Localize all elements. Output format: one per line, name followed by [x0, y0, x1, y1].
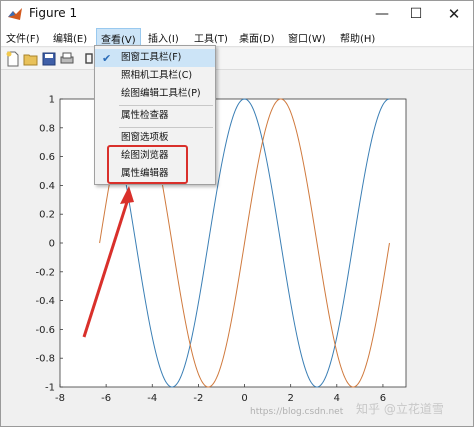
highlight-box: [107, 145, 188, 184]
menu-edit[interactable]: 编辑(E): [53, 30, 87, 45]
y-tick-label: 0.8: [39, 123, 55, 134]
watermark-author: 知乎 @立花道雪: [356, 402, 444, 416]
y-tick-label: 1: [49, 95, 55, 106]
y-tick-label: -0.6: [35, 325, 55, 336]
menu-insert[interactable]: 插入(I): [148, 30, 179, 45]
new-file-icon[interactable]: [5, 51, 21, 67]
window-title: Figure 1: [29, 6, 78, 20]
menu-window[interactable]: 窗口(W): [288, 30, 326, 45]
menu-help[interactable]: 帮助(H): [340, 30, 375, 45]
x-tick-label: 4: [334, 393, 340, 404]
close-button[interactable]: ✕: [437, 1, 471, 27]
y-tick-label: 0.6: [39, 152, 55, 163]
x-tick-label: 2: [287, 393, 293, 404]
menu-tools[interactable]: 工具(T): [194, 30, 228, 45]
y-tick-label: 0: [49, 239, 55, 250]
menu-file[interactable]: 文件(F): [6, 30, 40, 45]
menu-item-label: 图窗工具栏(F): [121, 52, 182, 63]
print-icon[interactable]: [59, 51, 75, 67]
menu-bar: 文件(F) 编辑(E) 查看(V) 插入(I) 工具(T) 桌面(D) 窗口(W…: [1, 27, 473, 47]
menu-desktop[interactable]: 桌面(D): [239, 30, 275, 45]
y-tick-label: -0.2: [35, 267, 55, 278]
menu-separator: [119, 105, 213, 106]
title-bar: Figure 1 — ☐ ✕: [1, 1, 473, 27]
checkmark-icon: ✔: [102, 52, 112, 65]
x-tick-label: -2: [193, 393, 203, 404]
menu-item-plot-edit-toolbar[interactable]: 绘图编辑工具栏(P): [95, 85, 215, 103]
y-tick-label: -0.8: [35, 354, 55, 365]
y-tick-label: -0.4: [35, 296, 55, 307]
menu-item-label: 图窗选项板: [121, 132, 169, 143]
menu-item-figure-toolbar[interactable]: ✔ 图窗工具栏(F): [95, 49, 215, 67]
matlab-app-icon: [8, 8, 22, 20]
menu-item-label: 属性检查器: [121, 110, 169, 121]
menu-item-property-inspector[interactable]: 属性检查器: [95, 107, 215, 125]
x-tick-label: -6: [101, 393, 111, 404]
menu-view[interactable]: 查看(V): [96, 28, 141, 46]
x-tick-label: 0: [241, 393, 247, 404]
y-tick-label: 0.2: [39, 210, 55, 221]
watermark-url: https://blog.csdn.net: [250, 407, 344, 417]
open-folder-icon[interactable]: [23, 51, 39, 67]
menu-separator: [119, 127, 213, 128]
menu-item-label: 照相机工具栏(C): [121, 70, 193, 81]
minimize-button[interactable]: —: [365, 1, 399, 27]
figure-toolbar: [1, 48, 473, 70]
y-tick-label: -1: [45, 383, 55, 394]
x-tick-label: -8: [55, 393, 65, 404]
menu-item-label: 绘图编辑工具栏(P): [121, 88, 201, 99]
maximize-button[interactable]: ☐: [399, 1, 433, 27]
y-tick-label: 0.4: [39, 181, 55, 192]
plot-axes[interactable]: -8 -6 -4 -2 0 2 4 6-1-0.8-0.6-0.4-0.200.20.40.6…: [0, 70, 472, 425]
x-tick-label: -4: [147, 393, 157, 404]
menu-item-camera-toolbar[interactable]: 照相机工具栏(C): [95, 67, 215, 85]
save-icon[interactable]: [41, 51, 57, 67]
